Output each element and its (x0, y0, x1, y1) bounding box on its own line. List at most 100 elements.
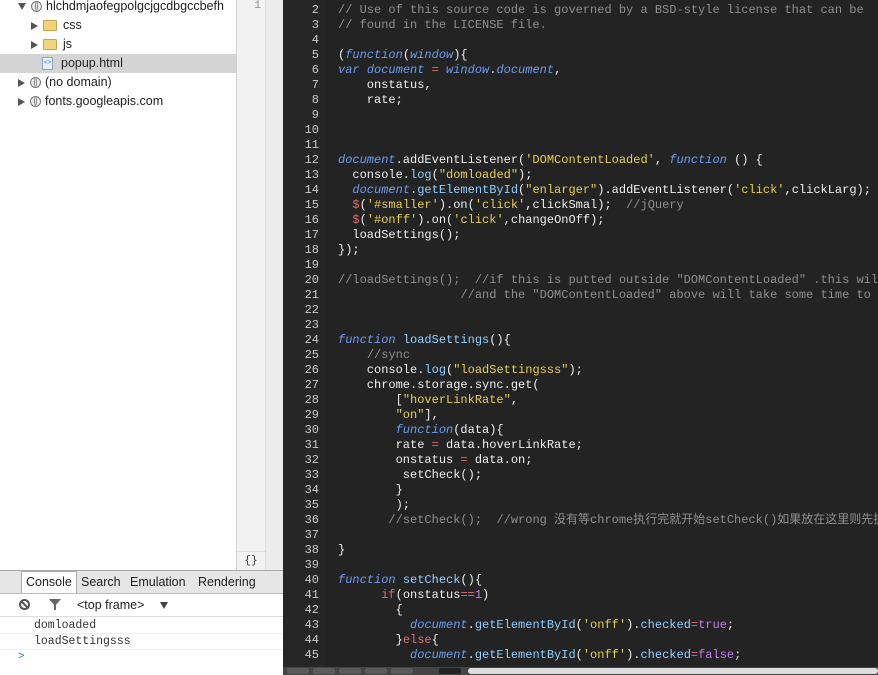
line-number: 27 (304, 378, 319, 392)
code-token: log (410, 168, 432, 182)
code-token: var (338, 63, 367, 77)
code-text: console.log("domloaded"); (338, 168, 532, 183)
code-token: function (395, 423, 454, 437)
code-token: '#onff' (366, 213, 418, 227)
tree-item-label: js (63, 37, 73, 51)
code-token: 'click' (453, 213, 504, 227)
tab-emulation[interactable]: Emulation (126, 571, 190, 593)
console-toolbar: <top frame> (0, 594, 283, 617)
code-token: function (338, 333, 403, 347)
code-line: 9 (283, 108, 878, 123)
tree-item-js[interactable]: js (31, 35, 72, 54)
code-text: chrome.storage.sync.get( (338, 378, 540, 393)
frame-selector[interactable]: <top frame> (77, 594, 144, 616)
code-token: 'onff' (582, 618, 627, 632)
code-line: 33 setCheck(); (283, 468, 878, 483)
code-token: (data){ (453, 423, 504, 437)
scroll-button[interactable] (439, 668, 461, 674)
code-token: ,changeOnOff); (503, 213, 605, 227)
tab-search[interactable]: Search (77, 571, 125, 593)
code-text: { (338, 603, 403, 618)
line-number: 45 (304, 648, 319, 662)
domain-globe-icon (30, 77, 41, 89)
code-token: ; (734, 648, 742, 662)
code-text: document.getElementById("enlarger").addE… (338, 183, 878, 198)
code-token: "hoverLinkRate" (402, 393, 511, 407)
code-text: function setCheck(){ (338, 573, 482, 588)
tab-rendering[interactable]: Rendering (194, 571, 260, 593)
scroll-button[interactable] (391, 668, 413, 674)
code-token: window (446, 63, 490, 77)
line-number: 11 (304, 138, 319, 152)
code-token: ); (518, 168, 533, 182)
tree-item-css[interactable]: css (31, 16, 82, 35)
line-number: 21 (304, 288, 319, 302)
expanded-triangle-icon[interactable] (18, 3, 26, 11)
code-text: console.log("loadSettingsss"); (338, 363, 583, 378)
code-token: getElementById (474, 618, 576, 632)
tree-item-fonts-googleapis[interactable]: fonts.googleapis.com (18, 92, 163, 111)
horizontal-scrollbar[interactable] (283, 667, 878, 675)
line-number: 41 (304, 588, 319, 602)
clear-console-icon[interactable] (19, 599, 30, 610)
source-view-blank (266, 0, 283, 570)
tree-item-no-domain[interactable]: (no domain) (18, 73, 112, 92)
tree-root-extension[interactable]: hlchdmjaofegpolgcjgcdbgccbefh (18, 0, 224, 16)
tab-console[interactable]: Console (21, 571, 77, 593)
file-navigator: hlchdmjaofegpolgcjgcdbgccbefh css js <> p… (0, 0, 237, 570)
code-line: 8 rate; (283, 93, 878, 108)
line-number: 42 (304, 603, 319, 617)
code-token: $ (352, 198, 360, 212)
code-token: else (402, 633, 432, 647)
code-editor[interactable]: 2 // Use of this source code is governed … (283, 0, 878, 675)
code-line: 22 (283, 303, 878, 318)
filter-icon[interactable] (49, 599, 61, 610)
code-token: ( (359, 213, 367, 227)
code-text: rate = data.hoverLinkRate; (338, 438, 583, 453)
code-text: }else{ (338, 633, 439, 648)
devtools-sources-panel: hlchdmjaofegpolgcjgcdbgccbefh css js <> p… (0, 0, 283, 675)
code-token: document (496, 63, 555, 77)
collapsed-triangle-icon[interactable] (31, 21, 38, 30)
tree-item-popup-html[interactable]: <> popup.html (0, 54, 236, 73)
line-number: 40 (304, 573, 319, 587)
code-text: //and the "DOMContentLoaded" above will … (338, 288, 878, 303)
scroll-button[interactable] (365, 668, 387, 674)
code-token: } (338, 543, 346, 557)
collapsed-triangle-icon[interactable] (18, 97, 25, 106)
code-text: document.getElementById('onff').checked=… (338, 618, 734, 633)
tree-root-label: hlchdmjaofegpolgcjgcdbgccbefh (46, 0, 224, 13)
console-prompt[interactable]: > (18, 651, 25, 663)
scroll-button[interactable] (339, 668, 361, 674)
scroll-button[interactable] (287, 668, 309, 674)
line-number: 39 (304, 558, 319, 572)
pretty-print-button[interactable]: {} (237, 551, 265, 571)
code-line: 25 //sync (283, 348, 878, 363)
drawer-tabs: Console Search Emulation Rendering (0, 571, 283, 594)
scroll-thumb[interactable] (468, 668, 878, 674)
code-line: 34 } (283, 483, 878, 498)
code-token: = (431, 438, 439, 452)
collapsed-triangle-icon[interactable] (18, 78, 25, 87)
code-line: 11 (283, 138, 878, 153)
code-token: () { (726, 153, 763, 167)
code-token: setCheck(); (338, 468, 483, 482)
code-token: ). (626, 648, 641, 662)
code-token: false (698, 648, 735, 662)
chevron-down-icon[interactable] (160, 602, 168, 609)
line-number: 14 (304, 183, 319, 197)
line-number: 31 (304, 438, 319, 452)
code-text: loadSettings(); (338, 228, 460, 243)
code-line: 7 onstatus, (283, 78, 878, 93)
code-text: //setCheck(); //wrong 没有等chrome执行完就开始set… (338, 513, 878, 528)
code-token: true (698, 618, 727, 632)
domain-globe-icon (30, 96, 41, 108)
code-token: chrome.storage.sync.get( (338, 378, 540, 392)
collapsed-triangle-icon[interactable] (31, 40, 38, 49)
code-token: rate (338, 438, 432, 452)
code-token: ); (338, 498, 411, 512)
code-text: onstatus = data.on; (338, 453, 533, 468)
code-token: } (338, 633, 403, 647)
scroll-button[interactable] (313, 668, 335, 674)
code-token: ){ (453, 48, 468, 62)
